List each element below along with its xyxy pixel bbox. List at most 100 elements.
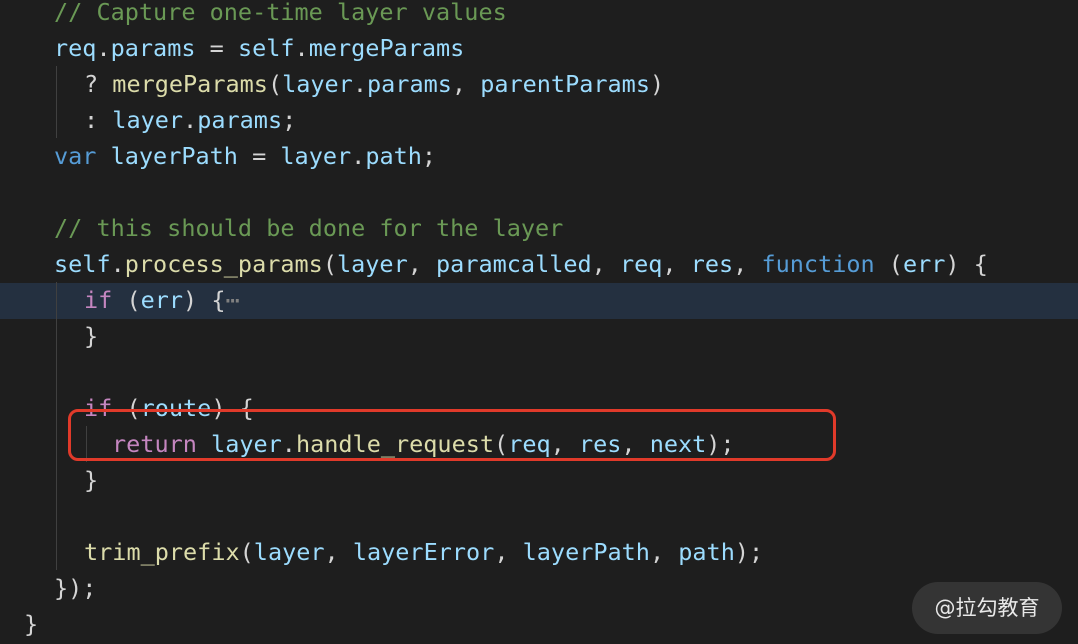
code-token: req — [54, 34, 97, 62]
code-line-text: trim_prefix(layer, layerError, layerPath… — [84, 534, 763, 570]
code-token: . — [351, 142, 366, 170]
code-token: parentParams — [480, 70, 650, 98]
code-line-text: if (route) { — [84, 390, 254, 426]
code-token: ) { — [211, 394, 254, 422]
code-token: mergeParams — [308, 34, 465, 62]
code-token: layer — [253, 538, 325, 566]
code-token: , — [591, 250, 620, 278]
code-line-text: return layer.handle_request(req, res, ne… — [112, 426, 735, 462]
code-token: layerPath — [522, 538, 650, 566]
code-token: }); — [54, 574, 97, 602]
code-token: mergeParams — [112, 70, 268, 98]
code-token: self — [237, 34, 295, 62]
code-line[interactable]: ? mergeParams(layer.params, parentParams… — [0, 66, 1078, 102]
code-line[interactable]: trim_prefix(layer, layerError, layerPath… — [0, 534, 1078, 570]
code-token: . — [183, 106, 198, 134]
code-token: trim_prefix — [84, 538, 240, 566]
code-token: handle_request — [295, 430, 495, 458]
code-token: ; — [421, 142, 437, 170]
watermark-logo: @拉勾教育 — [912, 582, 1062, 634]
code-token: ( — [322, 250, 337, 278]
code-line[interactable] — [0, 354, 1078, 390]
code-line[interactable]: // this should be done for the layer — [0, 210, 1078, 246]
code-token: , — [621, 430, 650, 458]
code-token: ( — [874, 250, 903, 278]
code-token: process_params — [124, 250, 323, 278]
code-token: , — [407, 250, 437, 278]
code-token: paramcalled — [436, 250, 592, 278]
code-token: err — [140, 286, 184, 314]
code-token: // Capture one-time layer values — [54, 0, 507, 26]
code-line-text: var layerPath = layer.path; — [54, 138, 436, 174]
code-line[interactable]: : layer.params; — [0, 102, 1078, 138]
code-token: ( — [267, 70, 283, 98]
code-token: ) — [649, 70, 665, 98]
code-line-text: req.params = self.mergeParams — [54, 30, 464, 66]
code-token: ); — [734, 538, 764, 566]
code-token: } — [84, 466, 99, 494]
code-token: params — [197, 106, 283, 134]
code-line-text: }); — [54, 570, 96, 606]
code-token: = — [195, 34, 238, 62]
code-line[interactable]: if (err) {⋯ — [0, 282, 1078, 318]
code-token: ); — [706, 430, 735, 458]
code-token: ( — [112, 394, 141, 422]
code-token: . — [96, 34, 111, 62]
code-line[interactable]: // Capture one-time layer values — [0, 0, 1078, 30]
code-token: ( — [112, 286, 141, 314]
code-token: layerPath — [110, 142, 238, 170]
code-line-text: } — [84, 462, 98, 498]
code-line[interactable]: var layerPath = layer.path; — [0, 138, 1078, 174]
code-token: next — [649, 430, 707, 458]
code-line-text: if (err) {⋯ — [84, 282, 240, 318]
code-token: params — [110, 34, 196, 62]
code-token: . — [352, 70, 367, 98]
code-token: . — [281, 430, 296, 458]
code-token: , — [662, 250, 691, 278]
code-token: path — [678, 538, 735, 566]
code-line[interactable]: if (route) { — [0, 390, 1078, 426]
code-token: } — [24, 610, 39, 638]
code-token: ) { — [945, 250, 988, 278]
code-token: layer — [112, 106, 184, 134]
code-token: ; — [282, 106, 297, 134]
code-token: if — [84, 394, 113, 422]
code-token: , — [324, 538, 353, 566]
code-line[interactable]: } — [0, 462, 1078, 498]
code-token: path — [365, 142, 422, 170]
code-token: res — [690, 250, 734, 278]
code-token: = — [237, 142, 281, 170]
code-token: layer — [282, 70, 353, 98]
code-token: } — [84, 322, 99, 350]
code-line-text: : layer.params; — [84, 102, 296, 138]
code-line[interactable] — [0, 174, 1078, 210]
code-token: route — [140, 394, 212, 422]
code-line-text: // Capture one-time layer values — [54, 0, 507, 30]
code-token: var — [54, 142, 97, 170]
code-line-text: ? mergeParams(layer.params, parentParams… — [84, 66, 664, 102]
code-token: . — [110, 250, 125, 278]
code-editor[interactable]: // Capture one-time layer values req.para… — [0, 0, 1078, 644]
code-line-text: } — [84, 318, 98, 354]
code-token: err — [902, 250, 946, 278]
code-token: res — [578, 430, 622, 458]
code-token: : — [84, 106, 113, 134]
fold-ellipsis-icon[interactable]: ⋯ — [226, 286, 240, 314]
code-token: layer — [280, 142, 352, 170]
code-line-text: self.process_params(layer, paramcalled, … — [54, 246, 988, 282]
code-line[interactable]: self.process_params(layer, paramcalled, … — [0, 246, 1078, 282]
code-token: req — [508, 430, 551, 458]
code-token: . — [294, 34, 309, 62]
code-token: , — [451, 70, 481, 98]
code-token: self — [54, 250, 111, 278]
code-line[interactable]: return layer.handle_request(req, res, ne… — [0, 426, 1078, 462]
code-token: params — [367, 70, 452, 98]
code-line[interactable] — [0, 498, 1078, 534]
code-token: , — [649, 538, 679, 566]
code-line[interactable]: } — [0, 318, 1078, 354]
code-token: layer — [336, 250, 408, 278]
code-token: return — [112, 430, 197, 458]
code-line[interactable]: req.params = self.mergeParams — [0, 30, 1078, 66]
